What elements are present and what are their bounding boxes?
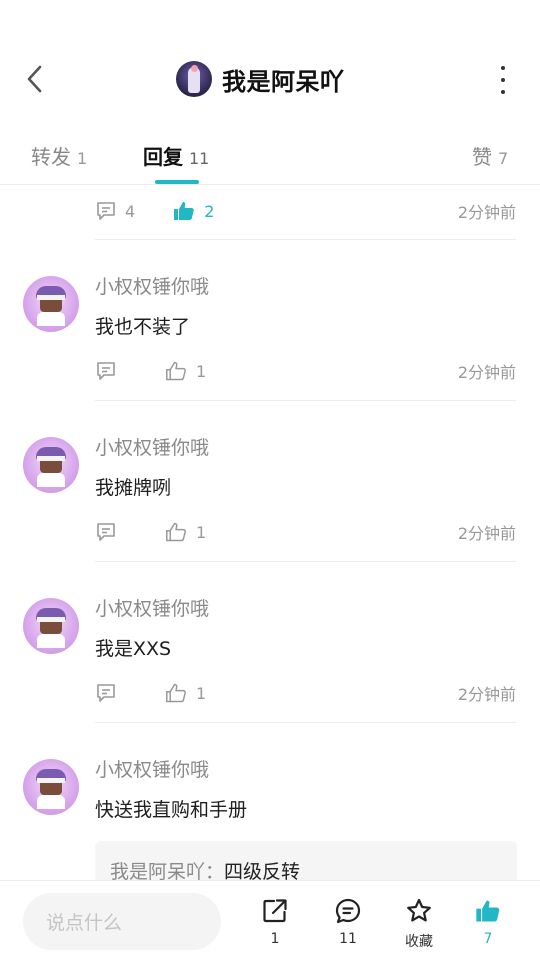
- star-icon: [407, 898, 431, 922]
- post-author[interactable]: 我是阿呆吖: [176, 60, 345, 98]
- action-row: 1 2分钟前: [95, 678, 516, 708]
- tab-label: 转发: [31, 145, 71, 169]
- avatar[interactable]: [23, 759, 79, 815]
- comment-icon: [97, 523, 115, 541]
- timestamp: 2分钟前: [457, 203, 516, 222]
- share-count: 1: [270, 931, 280, 947]
- more-options-button[interactable]: [498, 66, 508, 94]
- reply-text: 我摊牌咧: [95, 477, 172, 499]
- reply-username[interactable]: 小权权锤你哦: [95, 755, 209, 782]
- reply-username[interactable]: 小权权锤你哦: [95, 594, 209, 621]
- like-button[interactable]: 1: [164, 520, 206, 544]
- like-button[interactable]: 1: [164, 681, 206, 705]
- action-row: 1 2分钟前: [95, 517, 516, 547]
- tab-count: 11: [189, 149, 210, 168]
- thumbs-up-filled-icon: [174, 202, 194, 220]
- action-row: 1 2分钟前: [95, 356, 516, 386]
- like-count: 7: [483, 931, 493, 947]
- like-count: 2: [204, 201, 215, 221]
- timestamp: 2分钟前: [457, 524, 516, 543]
- tab-likes[interactable]: 赞 7: [472, 141, 508, 170]
- like-count: 1: [196, 522, 207, 542]
- favorite-label: 收藏: [405, 934, 433, 950]
- divider: [95, 400, 516, 401]
- comment-tab-button[interactable]: 11: [320, 897, 376, 947]
- quoted-reply[interactable]: 我是阿呆吖：四级反转: [95, 841, 517, 880]
- input-placeholder: 说点什么: [46, 912, 123, 934]
- tab-label: 赞: [472, 145, 492, 169]
- reply-username[interactable]: 小权权锤你哦: [95, 272, 209, 299]
- quote-author: 我是阿呆吖：: [110, 861, 225, 880]
- like-button[interactable]: 2: [172, 199, 214, 223]
- action-row: 4 2 2分钟前: [95, 196, 516, 226]
- comment-icon: [97, 202, 115, 220]
- comment-button[interactable]: [95, 360, 117, 382]
- chat-bubble-icon: [335, 898, 361, 924]
- active-tab-indicator: [155, 180, 199, 184]
- tab-bar: 转发 1 回复 11 赞 7: [0, 125, 540, 185]
- tab-count: 1: [77, 149, 88, 168]
- comment-count: 4: [125, 201, 136, 221]
- tab-label: 回复: [143, 145, 183, 169]
- divider: [95, 561, 516, 562]
- thumbs-up-icon: [166, 361, 186, 381]
- timestamp: 2分钟前: [457, 685, 516, 704]
- comment-input[interactable]: 说点什么: [23, 893, 221, 950]
- reply-text: 快送我直购和手册: [95, 799, 248, 821]
- page-title: 我是阿呆吖: [222, 67, 345, 96]
- reply-username[interactable]: 小权权锤你哦: [95, 433, 209, 460]
- avatar[interactable]: [23, 437, 79, 493]
- chevron-left-icon: [27, 65, 42, 93]
- author-avatar[interactable]: [176, 61, 212, 97]
- comment-button[interactable]: 4: [95, 200, 135, 222]
- comment-button[interactable]: [95, 521, 117, 543]
- reply-text: 我是XXS: [95, 638, 172, 660]
- comment-icon: [97, 362, 115, 380]
- thumbs-up-icon: [166, 522, 186, 542]
- more-dots-icon: [501, 66, 505, 70]
- quote-text: 四级反转: [224, 861, 301, 880]
- like-count: 1: [196, 683, 207, 703]
- share-icon: [263, 899, 287, 923]
- thumbs-up-filled-icon: [476, 900, 500, 922]
- like-count: 1: [196, 361, 207, 381]
- thumbs-up-icon: [166, 683, 186, 703]
- avatar[interactable]: [23, 598, 79, 654]
- comment-icon: [97, 684, 115, 702]
- divider: [95, 722, 516, 723]
- timestamp: 2分钟前: [457, 363, 516, 382]
- comment-button[interactable]: [95, 682, 117, 704]
- back-button[interactable]: [20, 62, 48, 96]
- divider: [95, 239, 516, 240]
- tab-count: 7: [498, 149, 509, 168]
- top-nav-bar: 我是阿呆吖: [0, 0, 540, 125]
- like-post-button[interactable]: 7: [460, 897, 516, 947]
- comment-count: 11: [339, 931, 357, 947]
- reply-list[interactable]: 4 2 2分钟前 小权权锤你哦 我也不装了 1 2分钟前 小权权锤你哦 我摊牌咧…: [0, 186, 540, 880]
- reply-text: 我也不装了: [95, 316, 191, 338]
- share-button[interactable]: 1: [247, 897, 303, 947]
- tab-replies[interactable]: 回复 11: [143, 141, 209, 170]
- bottom-action-bar: 说点什么 1 11 收藏 7: [0, 880, 540, 960]
- avatar[interactable]: [23, 276, 79, 332]
- like-button[interactable]: 1: [164, 359, 206, 383]
- favorite-button[interactable]: 收藏: [391, 897, 447, 951]
- tab-reposts[interactable]: 转发 1: [31, 141, 87, 170]
